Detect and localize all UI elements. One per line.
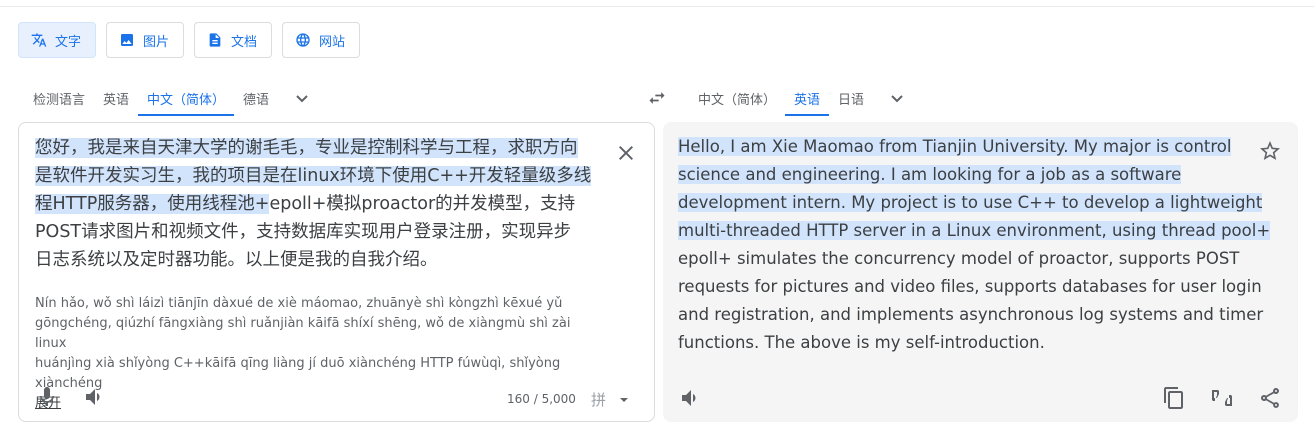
selected-text: science and engineering. I am looking fo… (678, 165, 1182, 184)
translation-line: epoll+ simulates the concurrency model o… (678, 245, 1248, 273)
copy-translation-button[interactable] (1162, 386, 1186, 410)
selected-text: development intern. My project is to use… (678, 193, 1263, 212)
source-more-languages-button[interactable] (278, 80, 326, 116)
mode-label: 网站 (319, 34, 346, 50)
selected-text: 程HTTP服务器，使用线程池+ (35, 194, 270, 214)
text: requests for pictures and video files, s… (678, 277, 1262, 296)
selected-text: Hello, I am Xie Maomao from Tianjin Univ… (678, 137, 1232, 156)
target-language-bar: 中文（简体） 英语 日语 (689, 80, 921, 116)
mode-tabs: 文字 图片 文档 网站 (18, 22, 361, 58)
chevron-down-icon (296, 95, 308, 103)
rate-translation-button[interactable] (1210, 386, 1234, 410)
selected-text: 您好，我是来自天津大学的谢毛毛，专业是控制科学与工程，求职方向 (35, 138, 578, 158)
pinyin-line: huánjìng xià shǐyòng C++kāifā qīng liàng… (35, 356, 561, 391)
mode-website-button[interactable]: 网站 (282, 22, 361, 58)
source-line: 日志系统以及定时器功能。以上便是我的自我介绍。 (35, 246, 591, 274)
document-icon (209, 33, 221, 47)
mode-label: 文档 (231, 34, 258, 50)
source-lang-german[interactable]: 德语 (234, 80, 278, 116)
mode-image-button[interactable]: 图片 (106, 22, 185, 58)
pinyin-line: Nín hǎo, wǒ shì láizì tiānjīn dàxué de x… (35, 296, 563, 311)
save-translation-button[interactable] (1258, 139, 1282, 163)
caret-down-icon[interactable] (620, 398, 628, 402)
source-lang-chinese[interactable]: 中文（简体） (138, 80, 235, 116)
speaker-icon (86, 389, 100, 405)
text: functions. The above is my self-introduc… (678, 333, 1045, 352)
close-icon (619, 146, 633, 160)
translation-line: requests for pictures and video files, s… (678, 273, 1262, 301)
target-lang-japanese[interactable]: 日语 (829, 80, 873, 116)
globe-icon (296, 33, 310, 47)
target-lang-english[interactable]: 英语 (785, 80, 830, 116)
star-icon (1260, 141, 1280, 160)
swap-languages-button[interactable] (646, 88, 668, 108)
character-count: 160 / 5,000 (507, 392, 576, 406)
thumbs-up-down-icon (1212, 390, 1232, 406)
input-method-button[interactable]: 拼 (591, 389, 606, 410)
mode-text-button[interactable]: 文字 (18, 22, 97, 58)
microphone-icon (40, 387, 54, 406)
source-line: 程HTTP服务器，使用线程池+epoll+模拟proactor的并发模型，支持 (35, 190, 591, 218)
listen-source-button[interactable] (83, 385, 107, 409)
text: POST请求图片和视频文件，支持数据库实现用户登录注册，实现异步 (35, 222, 572, 242)
translation-line: multi-threaded HTTP server in a Linux en… (678, 217, 1271, 245)
translation-line: functions. The above is my self-introduc… (678, 329, 1248, 357)
chevron-down-icon (891, 95, 903, 103)
speaker-icon (682, 390, 696, 406)
source-text-input[interactable]: 您好，我是来自天津大学的谢毛毛，专业是控制科学与工程，求职方向 是软件开发实习生… (35, 134, 592, 274)
source-lang-detect[interactable]: 检测语言 (24, 80, 94, 116)
target-more-languages-button[interactable] (873, 80, 921, 116)
translation-panel: Hello, I am Xie Maomao from Tianjin Univ… (663, 122, 1298, 422)
mode-label: 文字 (55, 34, 82, 50)
translation-line: and registration, and implements asynchr… (678, 301, 1263, 329)
clear-text-button[interactable] (614, 141, 638, 165)
swap-icon (649, 92, 665, 104)
translation-line: development intern. My project is to use… (678, 189, 1263, 217)
text: 日志系统以及定时器功能。以上便是我的自我介绍。 (35, 250, 438, 270)
image-icon (121, 34, 134, 46)
text: and registration, and implements asynchr… (678, 305, 1264, 324)
source-line: POST请求图片和视频文件，支持数据库实现用户登录注册，实现异步 (35, 218, 591, 246)
share-translation-button[interactable] (1258, 386, 1282, 410)
translation-line: Hello, I am Xie Maomao from Tianjin Univ… (678, 133, 1248, 161)
target-lang-chinese[interactable]: 中文（简体） (689, 80, 785, 116)
text: epoll+模拟proactor的并发模型，支持 (269, 194, 576, 214)
translation-text: Hello, I am Xie Maomao from Tianjin Univ… (678, 133, 1271, 357)
listen-translation-button[interactable] (679, 386, 703, 410)
source-lang-english[interactable]: 英语 (94, 80, 138, 116)
source-language-bar: 检测语言 英语 中文（简体） 德语 (24, 80, 326, 116)
mode-label: 图片 (143, 34, 170, 50)
source-panel: 您好，我是来自天津大学的谢毛毛，专业是控制科学与工程，求职方向 是软件开发实习生… (18, 122, 655, 422)
mode-document-button[interactable]: 文档 (194, 22, 273, 58)
top-divider (0, 6, 1314, 7)
source-line: 您好，我是来自天津大学的谢毛毛，专业是控制科学与工程，求职方向 (35, 134, 591, 162)
selected-text: multi-threaded HTTP server in a Linux en… (678, 221, 1271, 240)
pinyin-line: gōngchéng, qiúzhí fāngxiàng shì ruǎnjiàn… (35, 316, 571, 351)
translation-line: science and engineering. I am looking fo… (678, 161, 1248, 189)
translate-icon (31, 33, 47, 47)
share-icon (1261, 388, 1279, 408)
voice-input-button[interactable] (35, 385, 59, 409)
text: epoll+ simulates the concurrency model o… (678, 249, 1240, 268)
source-line: 是软件开发实习生，我的项目是在linux环境下使用C++开发轻量级多线 (35, 162, 592, 190)
selected-text: 是软件开发实习生，我的项目是在linux环境下使用C++开发轻量级多线 (35, 166, 592, 186)
copy-icon (1164, 387, 1183, 409)
